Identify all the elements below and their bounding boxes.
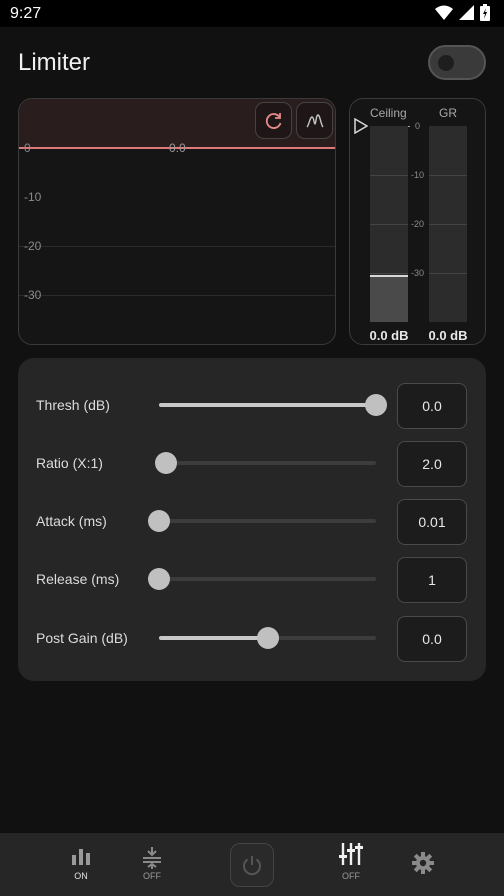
nav-label: OFF — [143, 871, 161, 881]
nav-item-compressor[interactable]: OFF — [127, 847, 177, 881]
waveform-button[interactable] — [296, 102, 333, 139]
bottom-nav: ON OFF OFF — [0, 833, 504, 896]
battery-icon — [480, 4, 490, 21]
bar-chart-icon — [72, 849, 90, 865]
param-row-post-gain: Post Gain (dB) 0.0 — [18, 616, 486, 666]
wifi-icon — [435, 5, 453, 20]
nav-label: ON — [74, 871, 88, 881]
gridline — [19, 246, 335, 247]
gear-icon — [412, 852, 434, 874]
threshold-value-field[interactable]: 0.0 — [397, 383, 467, 429]
graph-label-0: 0 — [24, 141, 31, 155]
parameters-panel: Thresh (dB) 0.0 Ratio (X:1) 2.0 Attack (… — [18, 358, 486, 681]
slider-fill — [159, 403, 376, 407]
signal-icon — [459, 5, 474, 20]
release-slider[interactable] — [148, 568, 376, 590]
power-icon — [243, 856, 261, 876]
release-value-field[interactable]: 1 — [397, 557, 467, 603]
status-bar: 9:27 — [0, 0, 504, 27]
meter-tick-20: -20 — [411, 219, 425, 229]
slider-thumb[interactable] — [148, 510, 170, 532]
meter-grid-line — [429, 175, 467, 176]
graph-label-20: -20 — [24, 239, 42, 253]
slider-thumb[interactable] — [256, 627, 279, 649]
meter-grid-line — [370, 273, 408, 274]
meter-grid-line — [429, 224, 467, 225]
reset-button[interactable] — [255, 102, 292, 139]
param-label: Release (ms) — [36, 571, 120, 587]
graph-marker-label: 0.0 — [169, 141, 186, 155]
ratio-slider[interactable] — [154, 452, 376, 474]
slider-thumb[interactable] — [154, 452, 177, 474]
ceiling-bar-fill — [370, 275, 408, 322]
gr-value: 0.0 dB — [428, 328, 468, 343]
meter-tick-0: 0 — [415, 121, 421, 131]
nav-label: OFF — [342, 871, 360, 881]
gridline — [19, 295, 335, 296]
meter-tick-30: -30 — [411, 268, 425, 278]
param-label: Ratio (X:1) — [36, 455, 103, 471]
meter-grid-line — [370, 224, 408, 225]
attack-slider[interactable] — [148, 510, 376, 532]
sliders-icon — [339, 843, 363, 865]
param-row-attack: Attack (ms) 0.01 — [18, 499, 486, 549]
ceiling-bar-level — [370, 275, 408, 278]
param-label: Attack (ms) — [36, 513, 107, 529]
attack-value-field[interactable]: 0.01 — [397, 499, 467, 545]
meter-grid-line — [429, 273, 467, 274]
status-time: 9:27 — [10, 5, 42, 22]
param-row-ratio: Ratio (X:1) 2.0 — [18, 441, 486, 491]
compress-icon — [143, 847, 161, 869]
slider-thumb[interactable] — [148, 568, 170, 590]
slider-fill — [159, 636, 268, 640]
threshold-slider[interactable] — [159, 394, 387, 416]
param-row-release: Release (ms) 1 — [18, 557, 486, 607]
page-title: Limiter — [18, 49, 91, 76]
post-gain-slider[interactable] — [159, 627, 376, 649]
limiter-toggle[interactable] — [428, 45, 486, 80]
status-icons — [435, 4, 490, 21]
graph-label-30: -30 — [24, 288, 42, 302]
gr-label: GR — [439, 106, 457, 120]
level-meter: Ceiling GR 0 -10 -20 -30 0.0 dB 0.0 dB — [349, 98, 486, 345]
ceiling-label: Ceiling — [370, 106, 407, 120]
nav-item-settings[interactable] — [398, 851, 448, 875]
slider-thumb[interactable] — [365, 394, 387, 416]
limiter-graph: 0 0.0 -10 -20 -30 — [18, 98, 336, 345]
meter-tick-10: -10 — [411, 170, 425, 180]
nav-item-limiter[interactable]: OFF — [326, 841, 376, 881]
toggle-knob — [438, 55, 454, 71]
param-label: Thresh (dB) — [36, 397, 110, 413]
reset-icon — [265, 112, 281, 129]
gridline — [19, 344, 335, 345]
ceiling-value: 0.0 dB — [369, 328, 409, 343]
ceiling-marker-icon — [354, 118, 368, 134]
post-gain-value-field[interactable]: 0.0 — [397, 616, 467, 662]
power-button[interactable] — [230, 843, 274, 887]
nav-item-equalizer[interactable]: ON — [56, 847, 106, 881]
graph-label-10: -10 — [24, 190, 42, 204]
ratio-value-field[interactable]: 2.0 — [397, 441, 467, 487]
param-row-threshold: Thresh (dB) 0.0 — [18, 383, 486, 433]
param-label: Post Gain (dB) — [36, 630, 128, 646]
waveform-icon — [305, 113, 324, 127]
meter-grid-line — [370, 175, 408, 176]
